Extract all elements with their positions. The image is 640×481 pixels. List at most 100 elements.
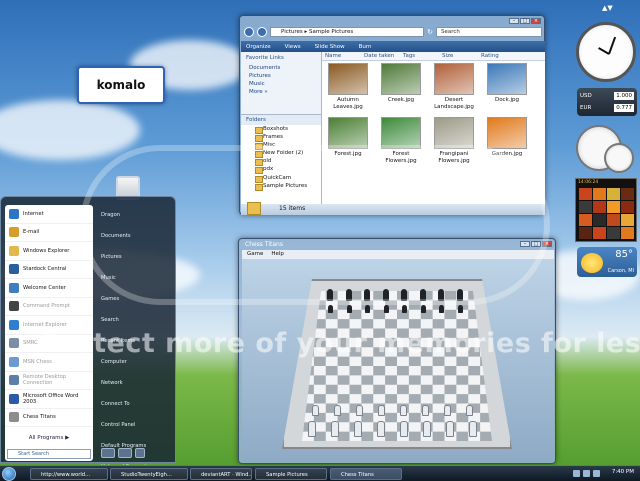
burn-button[interactable]: Burn (359, 44, 372, 50)
slide-show-button[interactable]: Slide Show (315, 44, 345, 50)
start-menu-place[interactable]: Connect To (97, 394, 173, 415)
taskbar-button[interactable]: StudioTwentyEigh... (110, 468, 188, 480)
start-menu-item-label: Internet Explorer (23, 321, 67, 328)
all-programs-label: All Programs (28, 435, 64, 441)
tile (579, 201, 592, 213)
white-piece[interactable] (422, 405, 429, 416)
white-piece[interactable] (308, 421, 316, 437)
tile (593, 188, 606, 200)
breadcrumb-pictures[interactable]: Pictures (281, 29, 303, 35)
file-thumbnail[interactable]: Creek.jpg (377, 63, 425, 111)
chess-board[interactable] (302, 291, 492, 441)
file-thumbnail[interactable]: Desert Landscape.jpg (430, 63, 478, 111)
start-menu-item[interactable]: Stardock Central (5, 261, 93, 279)
sidebar-controls[interactable]: ▲▼ (602, 4, 616, 14)
white-piece[interactable] (466, 405, 473, 416)
link-documents[interactable]: Documents (241, 64, 321, 72)
currency-value[interactable]: 1.000 (614, 92, 634, 100)
file-name: Desert Landscape.jpg (434, 97, 474, 110)
volume-icon[interactable] (583, 470, 590, 477)
address-bar[interactable]: Pictures ▸ Sample Pictures (270, 27, 425, 37)
program-icon (9, 282, 19, 293)
folder-item[interactable]: Frames (241, 133, 321, 143)
start-menu-place[interactable]: Control Panel (97, 415, 173, 436)
black-piece[interactable] (365, 305, 370, 313)
white-piece[interactable] (334, 405, 341, 416)
column-date-taken[interactable]: Date taken (361, 52, 400, 60)
link-music[interactable]: Music (241, 80, 321, 88)
refresh-icon[interactable]: ↻ (427, 28, 433, 36)
column-tags[interactable]: Tags (400, 52, 439, 60)
file-name: Autumn Leaves.jpg (333, 97, 363, 110)
back-icon[interactable] (244, 27, 254, 37)
views-button[interactable]: Views (285, 44, 301, 50)
file-name: Creek.jpg (387, 97, 415, 103)
currency-value[interactable]: 0.777 (614, 104, 634, 112)
white-piece[interactable] (423, 421, 431, 437)
start-search-input[interactable]: Start Search (7, 449, 91, 459)
column-size[interactable]: Size (439, 52, 478, 60)
breadcrumb-sample-pictures[interactable]: Sample Pictures (309, 29, 353, 35)
white-piece[interactable] (356, 405, 363, 416)
start-menu-item[interactable]: Windows Explorer (5, 242, 93, 261)
start-orb-icon[interactable] (2, 467, 16, 481)
start-menu-item[interactable]: Microsoft Office Word 2003 (5, 390, 93, 409)
folder-item[interactable]: Boxshots (241, 125, 321, 135)
black-piece[interactable] (457, 305, 463, 313)
network-icon[interactable] (573, 470, 580, 477)
lock-icon[interactable] (118, 448, 132, 458)
taskbar-button[interactable]: http://www.world... (30, 468, 108, 480)
taskbar-clock[interactable]: 7:40 PM (612, 469, 634, 475)
all-programs-button[interactable]: All Programs ▶ (9, 435, 89, 441)
white-piece[interactable] (378, 405, 385, 416)
white-piece[interactable] (331, 421, 339, 437)
forward-icon[interactable] (257, 27, 267, 37)
black-piece[interactable] (383, 305, 389, 313)
taskbar-button[interactable]: deviantART · Wind... (190, 468, 252, 480)
start-menu-item[interactable]: Welcome Center (5, 279, 93, 298)
black-piece[interactable] (439, 305, 444, 313)
white-piece[interactable] (312, 405, 319, 416)
start-menu-item-label: MSN Chess (23, 358, 52, 365)
tile (621, 201, 634, 213)
start-menu-item[interactable]: Remote Desktop Connection (5, 372, 93, 390)
black-piece[interactable] (420, 305, 426, 313)
white-piece[interactable] (444, 405, 451, 416)
folders-header[interactable]: Folders (241, 115, 321, 125)
power-icon[interactable] (101, 448, 115, 458)
tile (621, 227, 634, 239)
tile-grid (579, 188, 634, 239)
start-menu-item-label: Stardock Central (23, 266, 67, 273)
white-piece[interactable] (400, 405, 407, 416)
white-piece[interactable] (400, 421, 408, 437)
image-preview (434, 63, 474, 95)
taskbar-button[interactable]: Sample Pictures (255, 468, 327, 480)
taskbar-button[interactable]: Chess Titans (330, 468, 402, 480)
black-piece[interactable] (402, 305, 407, 313)
link-pictures[interactable]: Pictures (241, 72, 321, 80)
white-piece[interactable] (354, 421, 362, 437)
link-more[interactable]: More » (241, 88, 321, 96)
start-menu-place[interactable]: Network (97, 373, 173, 394)
column-rating[interactable]: Rating (478, 52, 517, 60)
memory-meter-gadget (604, 143, 634, 173)
black-piece[interactable] (328, 305, 333, 313)
organize-button[interactable]: Organize (246, 44, 271, 50)
start-menu-item[interactable]: Chess Titans (5, 409, 93, 427)
start-menu-item[interactable]: Command Prompt (5, 298, 93, 316)
close-button[interactable]: × (531, 18, 541, 24)
maximize-button[interactable]: □ (520, 18, 530, 24)
column-headers: Name Date taken Tags Size Rating (322, 52, 545, 61)
black-piece[interactable] (346, 305, 352, 313)
arrow-icon[interactable] (135, 448, 145, 458)
file-thumbnail[interactable]: Dock.jpg (483, 63, 531, 111)
white-piece[interactable] (446, 421, 454, 437)
minimize-button[interactable]: – (509, 18, 519, 24)
tray-icon[interactable] (593, 470, 600, 477)
currency-code: USD (580, 93, 592, 99)
search-input[interactable]: Search (436, 27, 542, 37)
column-name[interactable]: Name (322, 52, 361, 60)
file-thumbnail[interactable]: Autumn Leaves.jpg (324, 63, 372, 111)
white-piece[interactable] (469, 421, 477, 437)
white-piece[interactable] (377, 421, 385, 437)
